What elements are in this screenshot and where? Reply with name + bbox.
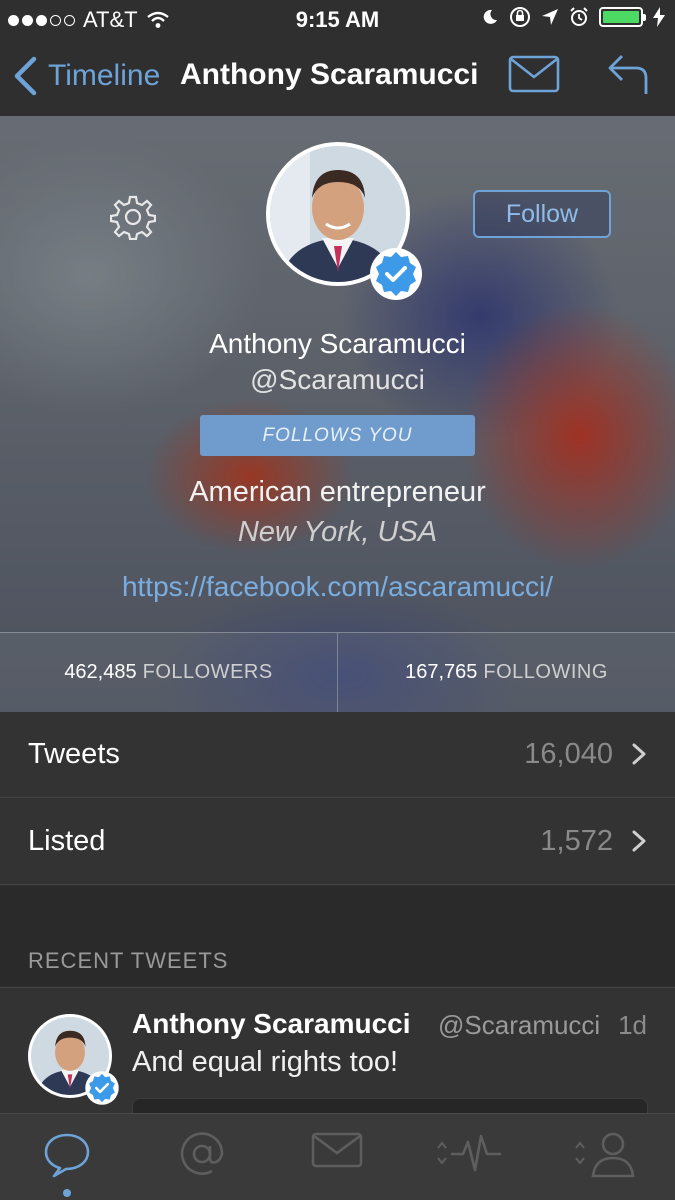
envelope-icon xyxy=(508,55,560,93)
following-label: FOLLOWING xyxy=(483,661,608,683)
chevron-left-icon xyxy=(14,56,37,96)
navigation-bar: Timeline Anthony Scaramucci xyxy=(0,38,675,116)
page-title: Anthony Scaramucci xyxy=(180,58,479,91)
verified-badge-icon xyxy=(370,248,422,300)
chevron-right-icon xyxy=(632,743,646,765)
back-button[interactable]: Timeline xyxy=(12,56,160,96)
timeline-bubble-icon xyxy=(44,1133,90,1178)
follow-button[interactable]: Follow xyxy=(473,190,611,238)
status-bar: AT&T 9:15 AM xyxy=(0,0,675,38)
messages-envelope-icon xyxy=(311,1132,363,1168)
tweet-text: And equal rights too! xyxy=(132,1046,399,1078)
profile-person-icon xyxy=(575,1132,635,1178)
moon-icon xyxy=(483,9,497,24)
tweet-handle: @Scaramucci xyxy=(438,1010,601,1040)
profile-bio: American entrepreneur xyxy=(189,476,486,508)
status-right xyxy=(481,6,665,28)
tab-timeline[interactable] xyxy=(27,1130,107,1190)
listed-row[interactable]: Listed 1,572 xyxy=(0,799,675,885)
tab-profile[interactable] xyxy=(566,1130,646,1190)
followers-stat[interactable]: 462,485 FOLLOWERS xyxy=(0,633,337,712)
stats-bar: 462,485 FOLLOWERS 167,765 FOLLOWING xyxy=(0,632,675,712)
tab-bar xyxy=(0,1113,675,1200)
tweets-row-label: Tweets xyxy=(28,738,120,770)
alarm-icon xyxy=(570,7,588,26)
profile-website-link[interactable]: https://facebook.com/ascaramucci/ xyxy=(0,571,675,603)
follows-you-badge: FOLLOWS YOU xyxy=(200,415,475,456)
battery-icon xyxy=(599,7,646,27)
chevron-right-icon xyxy=(632,830,646,852)
tab-mentions[interactable] xyxy=(162,1130,242,1190)
verified-badge-icon xyxy=(85,1071,119,1105)
gear-icon xyxy=(109,195,157,241)
followers-count: 462,485 xyxy=(64,661,137,683)
tweet-timestamp: 1d xyxy=(618,1010,647,1040)
tweet-author: Anthony Scaramucci xyxy=(132,1008,411,1039)
profile-handle: @Scaramucci xyxy=(250,364,425,395)
reply-button[interactable] xyxy=(606,52,650,101)
listed-row-label: Listed xyxy=(28,825,106,857)
tweets-row[interactable]: Tweets 16,040 xyxy=(0,712,675,798)
listed-row-value: 1,572 xyxy=(540,825,613,857)
active-tab-indicator xyxy=(63,1189,71,1197)
location-arrow-icon xyxy=(542,9,558,25)
following-count: 167,765 xyxy=(405,661,478,683)
reply-icon xyxy=(608,55,648,94)
recent-tweets-header: RECENT TWEETS xyxy=(28,948,229,973)
following-stat[interactable]: 167,765 FOLLOWING xyxy=(337,633,675,712)
tab-activity[interactable] xyxy=(430,1130,510,1190)
profile-location: New York, USA xyxy=(237,516,438,548)
message-button[interactable] xyxy=(508,54,560,99)
settings-button[interactable] xyxy=(109,194,157,245)
charging-bolt-icon xyxy=(653,7,665,27)
profile-header: Follow Anthony Scaramucci @Scaramucci FO… xyxy=(0,116,675,712)
followers-label: FOLLOWERS xyxy=(142,661,273,683)
tweet-cell[interactable]: Anthony Scaramucci @Scaramucci 1d And eq… xyxy=(0,987,675,1115)
profile-name: Anthony Scaramucci xyxy=(209,328,466,359)
rotation-lock-icon xyxy=(510,7,530,27)
mentions-at-icon xyxy=(180,1132,224,1175)
back-label: Timeline xyxy=(48,59,161,92)
activity-pulse-icon xyxy=(437,1134,501,1172)
tab-messages[interactable] xyxy=(297,1130,377,1190)
tweets-row-value: 16,040 xyxy=(524,738,613,770)
